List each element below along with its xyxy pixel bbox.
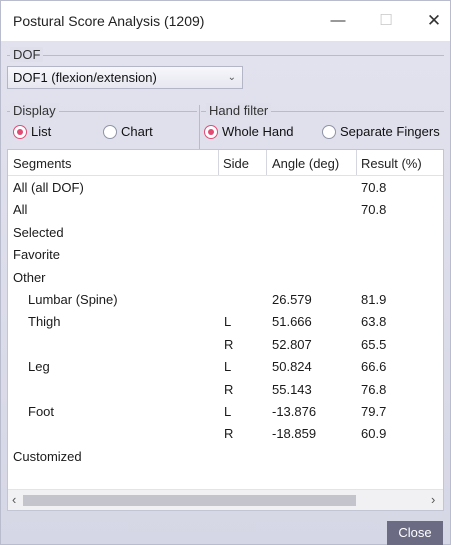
title-bar[interactable]: Postural Score Analysis (1209) — ☐ ✕ xyxy=(1,1,450,41)
cell-angle: 55.143 xyxy=(272,381,312,397)
cell-angle: -18.859 xyxy=(272,426,317,442)
analysis-window: Postural Score Analysis (1209) — ☐ ✕ DOF… xyxy=(0,0,451,545)
cell-side: L xyxy=(224,314,232,330)
dof-group-border xyxy=(7,55,444,56)
table-row[interactable]: R 52.807 65.5 xyxy=(8,337,443,357)
window-close-button[interactable]: ✕ xyxy=(419,7,449,35)
table-row[interactable]: Customized xyxy=(8,449,443,469)
column-separator[interactable] xyxy=(356,150,357,175)
dof-select-value: DOF1 (flexion/extension) xyxy=(13,70,157,85)
table-row[interactable]: Other xyxy=(8,270,443,290)
cell-side: R xyxy=(224,426,234,442)
chevron-down-icon: ⌄ xyxy=(227,72,236,83)
radio-selected-icon xyxy=(13,125,27,139)
cell-segment: Lumbar (Spine) xyxy=(28,292,118,307)
cell-segment: Thigh xyxy=(28,314,61,330)
cell-angle: 52.807 xyxy=(272,336,312,352)
display-group-label: Display xyxy=(10,103,59,118)
cell-side: L xyxy=(224,359,232,375)
header-divider xyxy=(8,175,443,176)
cell-segment: Leg xyxy=(28,359,50,375)
minimize-button[interactable]: — xyxy=(323,7,353,35)
radio-selected-icon xyxy=(204,125,218,139)
cell-side: L xyxy=(224,404,232,419)
scroll-left-icon[interactable]: ‹ xyxy=(12,492,16,507)
cell-angle: 50.824 xyxy=(272,359,312,375)
column-separator[interactable] xyxy=(266,150,267,175)
column-header-angle[interactable]: Angle (deg) xyxy=(272,156,339,171)
scroll-right-icon[interactable]: › xyxy=(431,492,435,507)
table-row[interactable]: R -18.859 60.9 xyxy=(8,426,443,446)
scrollbar-thumb[interactable] xyxy=(23,495,356,506)
cell-segment: All xyxy=(13,202,28,218)
column-header-segments[interactable]: Segments xyxy=(13,156,72,171)
dof-select[interactable]: DOF1 (flexion/extension) ⌄ xyxy=(7,66,243,89)
cell-result: 76.8 xyxy=(361,381,387,397)
cell-result: 81.9 xyxy=(361,292,387,307)
window-title: Postural Score Analysis (1209) xyxy=(13,13,205,29)
group-divider xyxy=(199,105,200,149)
column-separator[interactable] xyxy=(218,150,219,175)
cell-segment: All (all DOF) xyxy=(13,180,84,195)
table-row[interactable]: Lumbar (Spine) 26.579 81.9 xyxy=(8,292,443,312)
table-row[interactable]: Foot L -13.876 79.7 xyxy=(8,404,443,424)
hand-filter-radio-separate-fingers-label: Separate Fingers xyxy=(340,124,440,139)
radio-unselected-icon xyxy=(103,125,117,139)
table-row[interactable]: Thigh L 51.666 63.8 xyxy=(8,314,443,334)
cell-segment: Foot xyxy=(28,404,55,419)
cell-side: R xyxy=(224,381,234,397)
cell-segment: Other xyxy=(13,269,46,285)
column-header-result[interactable]: Result (%) xyxy=(361,156,422,171)
cell-result: 66.6 xyxy=(361,359,387,375)
maximize-button[interactable]: ☐ xyxy=(371,7,401,35)
horizontal-scrollbar[interactable]: ‹ › xyxy=(8,489,443,510)
cell-result: 79.7 xyxy=(361,404,387,419)
cell-result: 70.8 xyxy=(361,180,387,195)
radio-unselected-icon xyxy=(322,125,336,139)
cell-result: 70.8 xyxy=(361,202,387,218)
table-row[interactable]: All 70.8 xyxy=(8,202,443,222)
cell-angle: 51.666 xyxy=(272,314,312,330)
cell-angle: -13.876 xyxy=(272,404,317,419)
hand-filter-radio-whole-hand-label: Whole Hand xyxy=(222,124,294,139)
display-radio-list-label: List xyxy=(31,124,52,139)
cell-result: 63.8 xyxy=(361,314,387,330)
table-row[interactable]: Leg L 50.824 66.6 xyxy=(8,359,443,379)
cell-angle: 26.579 xyxy=(272,292,312,307)
hand-filter-group-label: Hand filter xyxy=(206,103,272,118)
cell-side: R xyxy=(224,336,234,352)
column-header-side[interactable]: Side xyxy=(223,156,249,171)
cell-segment: Favorite xyxy=(13,247,60,263)
results-table[interactable]: Segments Side Angle (deg) Result (%) All… xyxy=(7,149,444,511)
dof-group-label: DOF xyxy=(10,47,44,62)
table-row[interactable]: Selected xyxy=(8,225,443,245)
cell-result: 65.5 xyxy=(361,336,387,352)
close-button[interactable]: Close xyxy=(387,521,443,545)
display-radio-chart-label: Chart xyxy=(121,124,153,139)
table-row[interactable]: R 55.143 76.8 xyxy=(8,382,443,402)
cell-segment: Selected xyxy=(13,224,64,240)
table-row[interactable]: Favorite xyxy=(8,247,443,267)
cell-result: 60.9 xyxy=(361,426,387,442)
table-row[interactable]: All (all DOF) 70.8 xyxy=(8,180,443,200)
cell-segment: Customized xyxy=(13,448,82,464)
